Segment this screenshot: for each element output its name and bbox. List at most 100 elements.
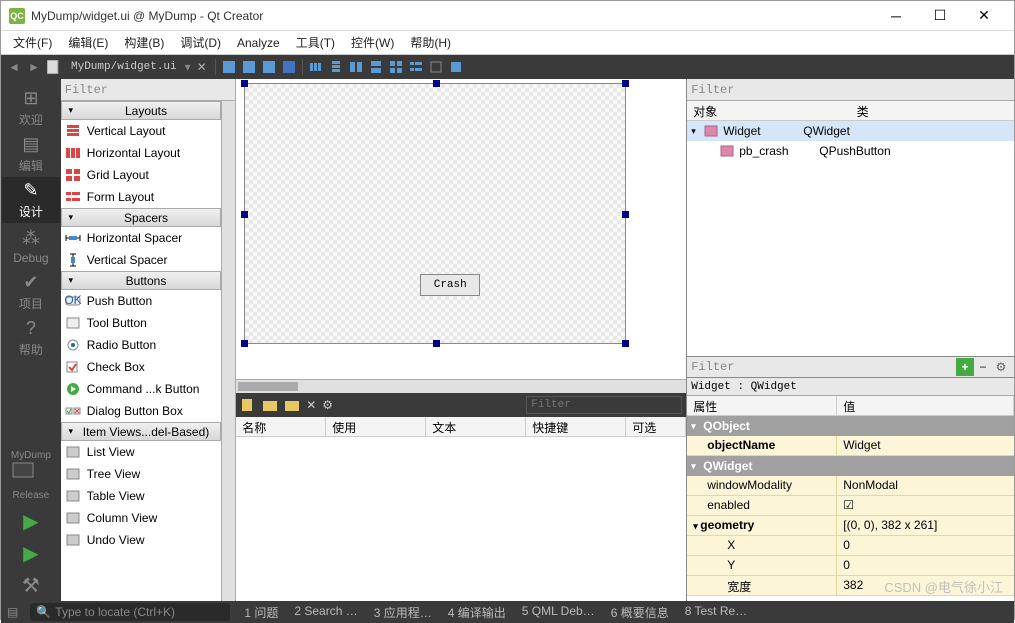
status-pane[interactable]: 1 问题 [236,604,286,621]
property-row[interactable]: enabled☑ [687,496,1014,516]
new-action-icon[interactable] [240,397,256,413]
widget-item[interactable]: Tree View [61,463,221,485]
add-prop-icon[interactable]: + [956,358,974,376]
menu-item[interactable]: 工具(T) [288,32,343,53]
category-header[interactable]: ▾Layouts [61,101,221,120]
menu-item[interactable]: 帮助(H) [402,32,459,53]
folder-icon[interactable] [262,397,278,413]
edit-signals-icon[interactable] [240,58,258,76]
widget-item[interactable]: Undo View [61,529,221,551]
run-button[interactable]: ▶ [15,505,47,537]
object-filter[interactable]: Filter [687,79,1014,101]
mode-欢迎[interactable]: ⊞欢迎 [2,85,60,131]
object-row[interactable]: ▾WidgetQWidget [687,121,1014,141]
edit-tab-order-icon[interactable] [280,58,298,76]
widgetbox-filter[interactable]: Filter [61,79,235,101]
scrollbar[interactable] [221,101,235,601]
menu-item[interactable]: 构建(B) [116,32,172,53]
column-header[interactable]: 使用 [326,417,426,436]
widget-item[interactable]: Horizontal Layout [61,142,221,164]
minimize-button[interactable]: ─ [874,2,918,30]
break-layout-icon[interactable] [427,58,445,76]
action-filter[interactable] [526,396,682,414]
layout-h-icon[interactable] [307,58,325,76]
column-header[interactable]: 快捷键 [526,417,626,436]
mode-项目[interactable]: ✔项目 [2,269,60,315]
layout-vsplit-icon[interactable] [367,58,385,76]
crash-button[interactable]: Crash [420,274,480,296]
widget-item[interactable]: List View [61,441,221,463]
widget-item[interactable]: Column View [61,507,221,529]
forward-icon[interactable]: ► [25,58,43,76]
widget-item[interactable]: Horizontal Spacer [61,227,221,249]
maximize-button[interactable]: ☐ [918,2,962,30]
column-header[interactable]: 属性 [687,396,837,415]
toggle-sidebar-icon[interactable]: ▤ [1,605,24,619]
menu-item[interactable]: 文件(F) [5,32,60,53]
h-scrollbar[interactable] [236,379,686,393]
canvas[interactable]: Crash [236,79,686,379]
widget-item[interactable]: Command ...k Button [61,378,221,400]
settings-icon[interactable]: ⚙ [322,398,333,412]
close-file-icon[interactable]: ✕ [193,58,211,76]
close-button[interactable]: ✕ [962,2,1006,30]
folder2-icon[interactable] [284,397,300,413]
property-row[interactable]: windowModalityNonModal [687,476,1014,496]
mode-设计[interactable]: ✎设计 [2,177,60,223]
category-header[interactable]: ▾Buttons [61,271,221,290]
property-row[interactable]: Y0 [687,556,1014,576]
layout-grid-icon[interactable] [387,58,405,76]
widget-item[interactable]: Radio Button [61,334,221,356]
widget-item[interactable]: Vertical Spacer [61,249,221,271]
property-category[interactable]: ▾QObject [687,416,1014,436]
widget-item[interactable]: Table View [61,485,221,507]
build-button[interactable]: ⚒ [15,569,47,601]
form-widget[interactable]: Crash [244,83,626,344]
widget-item[interactable]: Form Layout [61,186,221,208]
status-pane[interactable]: 5 QML Deb… [514,604,603,621]
category-header[interactable]: ▾Spacers [61,208,221,227]
status-pane[interactable]: 4 编译输出 [440,604,514,621]
edit-widgets-icon[interactable] [220,58,238,76]
widget-item[interactable]: Vertical Layout [61,120,221,142]
property-category[interactable]: ▾QWidget [687,456,1014,476]
menu-item[interactable]: 编辑(E) [60,32,116,53]
column-header[interactable]: 对象 [687,101,850,120]
locator-input[interactable]: 🔍 Type to locate (Ctrl+K) [30,603,230,621]
edit-buddies-icon[interactable] [260,58,278,76]
project-selector[interactable]: MyDumpRelease [7,446,55,505]
menu-item[interactable]: 调试(D) [172,32,229,53]
back-icon[interactable]: ◄ [5,58,23,76]
column-header[interactable]: 类 [851,101,1014,120]
column-header[interactable]: 值 [837,396,1014,415]
status-pane[interactable]: 3 应用程… [366,604,440,621]
debug-button[interactable]: ▶ [15,537,47,569]
mode-编辑[interactable]: ▤编辑 [2,131,60,177]
mode-Debug[interactable]: ⁂Debug [2,223,60,269]
widget-item[interactable]: Dialog Button Box [61,400,221,422]
menu-item[interactable]: Analyze [229,34,288,52]
status-pane[interactable]: 2 Search … [286,604,365,621]
widget-item[interactable]: Grid Layout [61,164,221,186]
layout-v-icon[interactable] [327,58,345,76]
column-header[interactable]: 文本 [426,417,526,436]
widget-item[interactable]: Check Box [61,356,221,378]
property-row[interactable]: X0 [687,536,1014,556]
status-pane[interactable]: 8 Test Re… [677,604,755,621]
property-filter[interactable]: Filter [691,360,956,374]
adjust-size-icon[interactable] [447,58,465,76]
object-row[interactable]: pb_crashQPushButton [687,141,1014,161]
wrench-icon[interactable]: ⚙ [992,358,1010,376]
status-pane[interactable]: 6 概要信息 [603,604,677,621]
category-header[interactable]: ▾Item Views...del-Based) [61,422,221,441]
property-row[interactable]: 宽度382 [687,576,1014,596]
mode-帮助[interactable]: ?帮助 [2,315,60,361]
column-header[interactable]: 名称 [236,417,326,436]
layout-hsplit-icon[interactable] [347,58,365,76]
property-row[interactable]: objectNameWidget [687,436,1014,456]
property-row[interactable]: ▾ geometry[(0, 0), 382 x 261] [687,516,1014,536]
delete-icon[interactable]: ✕ [306,398,316,412]
column-header[interactable]: 可选 [626,417,686,436]
widget-item[interactable]: Tool Button [61,312,221,334]
layout-form-icon[interactable] [407,58,425,76]
